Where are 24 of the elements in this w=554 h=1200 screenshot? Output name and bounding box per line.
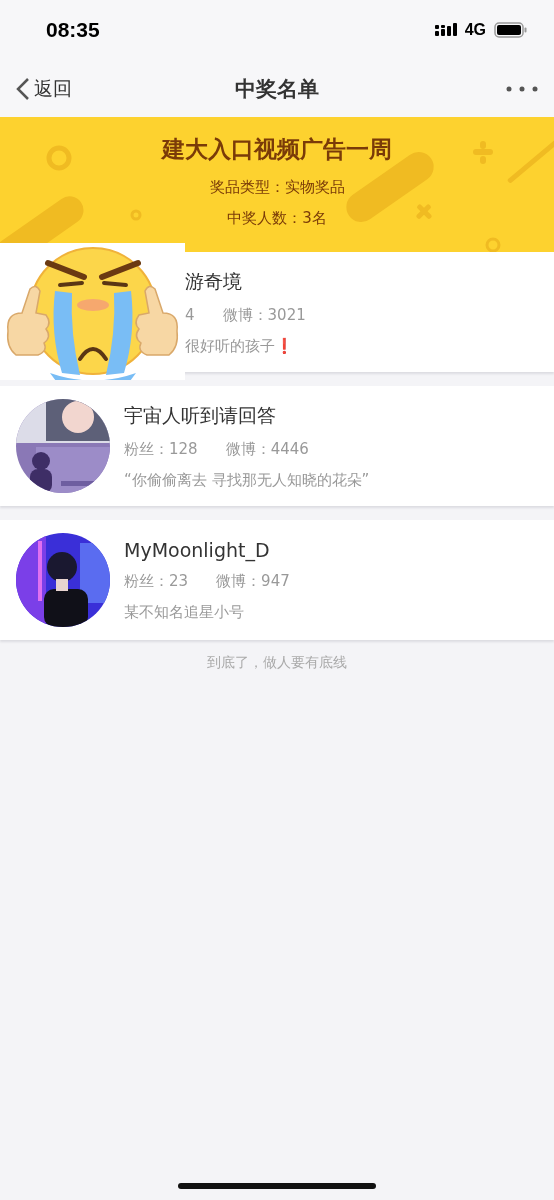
winner-name[interactable]: MyMoonlight_D	[124, 538, 290, 561]
post-count: 微博：947	[216, 571, 290, 591]
fan-count: 粉丝：23	[124, 571, 189, 591]
back-button[interactable]: 返回	[16, 75, 72, 102]
signal-icon	[434, 22, 459, 38]
winner-name[interactable]: 游奇境	[185, 268, 306, 295]
winner-bio: 很好听的孩子❗	[185, 336, 295, 356]
post-count: 微博：3021	[222, 305, 306, 325]
end-of-list-note: 到底了，做人要有底线	[207, 654, 347, 670]
time: 08:35	[46, 18, 101, 42]
post-count: 微博：4446	[225, 439, 309, 459]
fan-count: 粉丝：128	[124, 439, 198, 459]
winner-bio: “你偷偷离去 寻找那无人知晓的花朵”	[124, 470, 370, 490]
more-icon[interactable]	[506, 85, 538, 92]
winner-name[interactable]: 宇宙人听到请回答	[124, 402, 370, 429]
network-label: 4G	[464, 21, 486, 39]
page-title: 中奖名单	[235, 76, 319, 101]
back-icon	[16, 76, 30, 101]
fan-count: 4	[185, 305, 195, 325]
prize-type: 奖品类型：实物奖品	[209, 178, 345, 197]
prize-title: 建大入口视频广告一周	[162, 135, 392, 164]
winner-count: 中奖人数：3名	[227, 209, 327, 228]
battery-icon	[494, 22, 528, 38]
winner-bio: 某不知名追星小号	[124, 602, 245, 622]
